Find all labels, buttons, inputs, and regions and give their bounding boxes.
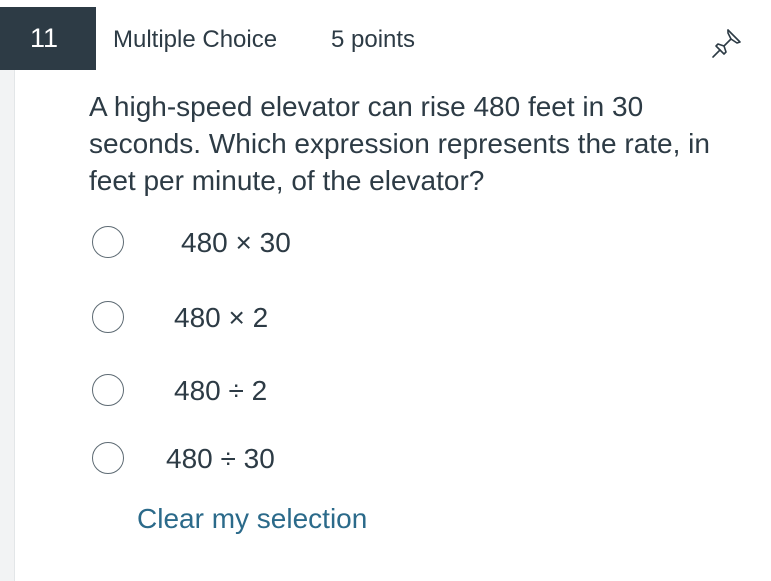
question-points: 5 points bbox=[331, 26, 416, 53]
choice-label: 480 ÷ 2 bbox=[174, 375, 268, 406]
radio-button[interactable] bbox=[92, 301, 124, 333]
radio-button[interactable] bbox=[92, 442, 124, 474]
left-rail bbox=[0, 70, 15, 581]
clear-selection-link[interactable]: Clear my selection bbox=[137, 503, 367, 535]
choice-label: 480 × 30 bbox=[181, 227, 291, 258]
question-prompt: A high-speed elevator can rise 480 feet … bbox=[89, 91, 710, 196]
answer-choice-1[interactable]: 480 × 30 bbox=[88, 222, 488, 266]
radio-button[interactable] bbox=[92, 374, 124, 406]
choice-label: 480 ÷ 30 bbox=[166, 443, 275, 474]
answer-choice-3[interactable]: 480 ÷ 2 bbox=[88, 370, 488, 414]
answer-choice-2[interactable]: 480 × 2 bbox=[88, 297, 488, 341]
choice-label: 480 × 2 bbox=[174, 302, 269, 333]
radio-button[interactable] bbox=[92, 226, 124, 258]
question-type: Multiple Choice bbox=[113, 26, 278, 53]
answer-choice-4[interactable]: 480 ÷ 30 bbox=[88, 438, 488, 482]
question-number-badge: 11 bbox=[0, 7, 96, 70]
pushpin-icon[interactable] bbox=[710, 26, 744, 60]
